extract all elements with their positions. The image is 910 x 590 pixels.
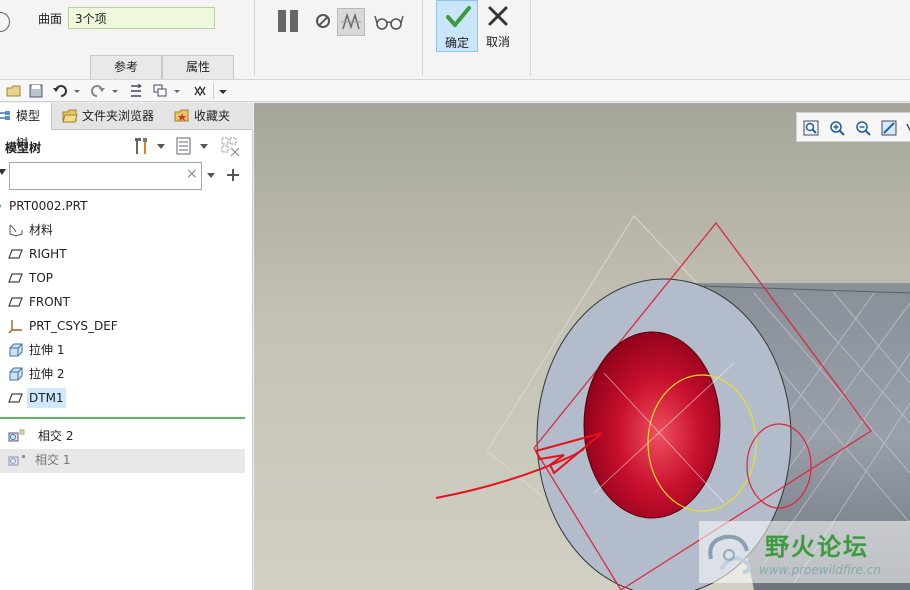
- save-icon[interactable]: [28, 83, 44, 99]
- search-dropdown-icon[interactable]: [206, 172, 216, 180]
- datum-plane-icon: [8, 249, 23, 259]
- tree-search-input[interactable]: [9, 162, 202, 190]
- ok-button[interactable]: 确定: [436, 0, 478, 52]
- panel-tabs: 模型树 文件夹浏览器 收藏夹: [0, 103, 253, 150]
- glasses-icon[interactable]: [374, 12, 404, 32]
- tree-item-label: 相交 1: [35, 453, 71, 467]
- windows-dropdown-icon[interactable]: [172, 83, 182, 99]
- graphics-viewport[interactable]: 野火论坛 www.proewildfire.cn: [254, 103, 910, 590]
- refit-icon[interactable]: [803, 120, 819, 136]
- cancel-button[interactable]: 取消: [478, 0, 518, 52]
- extrude-icon: [9, 343, 23, 357]
- ribbon-separator: [530, 0, 531, 76]
- part-icon: [0, 204, 1, 208]
- tree-item-label: 相交 2: [38, 429, 74, 443]
- insert-here-divider: [0, 417, 245, 419]
- tab-favorites[interactable]: 收藏夹: [170, 103, 250, 130]
- extrude-icon: [9, 367, 23, 381]
- customize-dropdown-icon[interactable]: [217, 83, 229, 99]
- tree-filter-icon[interactable]: [220, 136, 242, 158]
- csys-icon: [8, 320, 22, 333]
- tree-item-label: 拉伸 2: [29, 367, 65, 381]
- redo-dropdown-icon[interactable]: [110, 83, 120, 99]
- tree-item-label: PRT0002.PRT: [9, 199, 88, 213]
- tab-folder-browser[interactable]: 文件夹浏览器: [58, 103, 168, 130]
- material-icon: [9, 224, 23, 237]
- tree-item-label: 拉伸 1: [29, 343, 65, 357]
- checkmark-icon: [446, 6, 471, 27]
- favorites-icon: [174, 109, 189, 122]
- tree-item-label: DTM1: [27, 388, 66, 408]
- tab-model-tree[interactable]: 模型树: [0, 103, 52, 150]
- tools-dropdown-icon[interactable]: [156, 143, 166, 151]
- settings-dropdown-icon[interactable]: [199, 143, 209, 151]
- tree-item-label: 材料: [29, 223, 54, 237]
- forum-logo-icon: [708, 534, 752, 575]
- intersect-icon: [8, 429, 25, 442]
- tab-properties[interactable]: 属性: [162, 55, 234, 79]
- tree-title: 模型树: [5, 141, 42, 155]
- ribbon-separator: [254, 0, 255, 76]
- toolbar-separator: [213, 83, 214, 99]
- tree-item-label: PRT_CSYS_DEF: [29, 319, 118, 333]
- view-toolbar: [796, 112, 910, 142]
- intersect-icon: [8, 455, 25, 466]
- surface-label: 曲面: [38, 12, 63, 26]
- undo-dropdown-icon[interactable]: [72, 83, 82, 99]
- windows-icon[interactable]: [152, 83, 168, 99]
- ribbon-separator: [422, 0, 423, 76]
- tab-references[interactable]: 参考: [90, 55, 162, 79]
- partial-circle-icon[interactable]: [0, 12, 10, 32]
- repaint-icon[interactable]: [881, 120, 897, 136]
- model-geometry: [435, 215, 910, 590]
- close-window-icon[interactable]: [192, 83, 208, 99]
- open-folder-icon[interactable]: [6, 83, 22, 99]
- zoom-in-icon[interactable]: [829, 120, 845, 136]
- cancel-label: 取消: [485, 35, 510, 49]
- tree-item-label: TOP: [29, 271, 54, 285]
- watermark-url: www.proewildfire.cn: [759, 563, 881, 577]
- redo-icon[interactable]: [90, 83, 106, 99]
- model-tree-icon: [0, 111, 10, 120]
- datum-plane-icon: [8, 273, 23, 283]
- tools-icon[interactable]: [132, 136, 150, 156]
- pause-icon[interactable]: [277, 10, 301, 34]
- quick-access-toolbar: [0, 80, 910, 102]
- surface-collector-field[interactable]: 3个项: [68, 7, 215, 29]
- watermark: 野火论坛 www.proewildfire.cn: [699, 521, 910, 583]
- more-view-tools-icon[interactable]: [905, 120, 910, 136]
- ok-label: 确定: [444, 36, 469, 50]
- datum-plane-icon: [8, 393, 23, 403]
- zoom-out-icon[interactable]: [855, 120, 871, 136]
- tab-favorites-label: 收藏夹: [194, 109, 231, 123]
- left-panel: 模型树 文件夹浏览器 收藏夹 模型树 × PRT0002.PRT 材料 RIGH…: [0, 103, 253, 590]
- tree-item-label: RIGHT: [29, 247, 67, 261]
- regenerate-icon[interactable]: [128, 83, 144, 99]
- datum-plane-icon: [8, 297, 23, 307]
- tree-item-label: FRONT: [29, 295, 70, 309]
- ribbon: 曲面 3个项 参考 属性 确定 取消: [0, 0, 910, 80]
- show-settings-icon[interactable]: [175, 136, 193, 156]
- tab-folder-browser-label: 文件夹浏览器: [82, 109, 155, 123]
- stop-icon[interactable]: [316, 14, 330, 28]
- filter-arrow-icon[interactable]: [0, 169, 6, 177]
- watermark-title: 野火论坛: [765, 533, 869, 561]
- verify-icon[interactable]: [337, 8, 365, 36]
- add-icon[interactable]: [226, 168, 240, 182]
- cancel-x-icon: [488, 6, 508, 26]
- undo-icon[interactable]: [52, 83, 68, 99]
- folder-browser-icon: [62, 109, 78, 123]
